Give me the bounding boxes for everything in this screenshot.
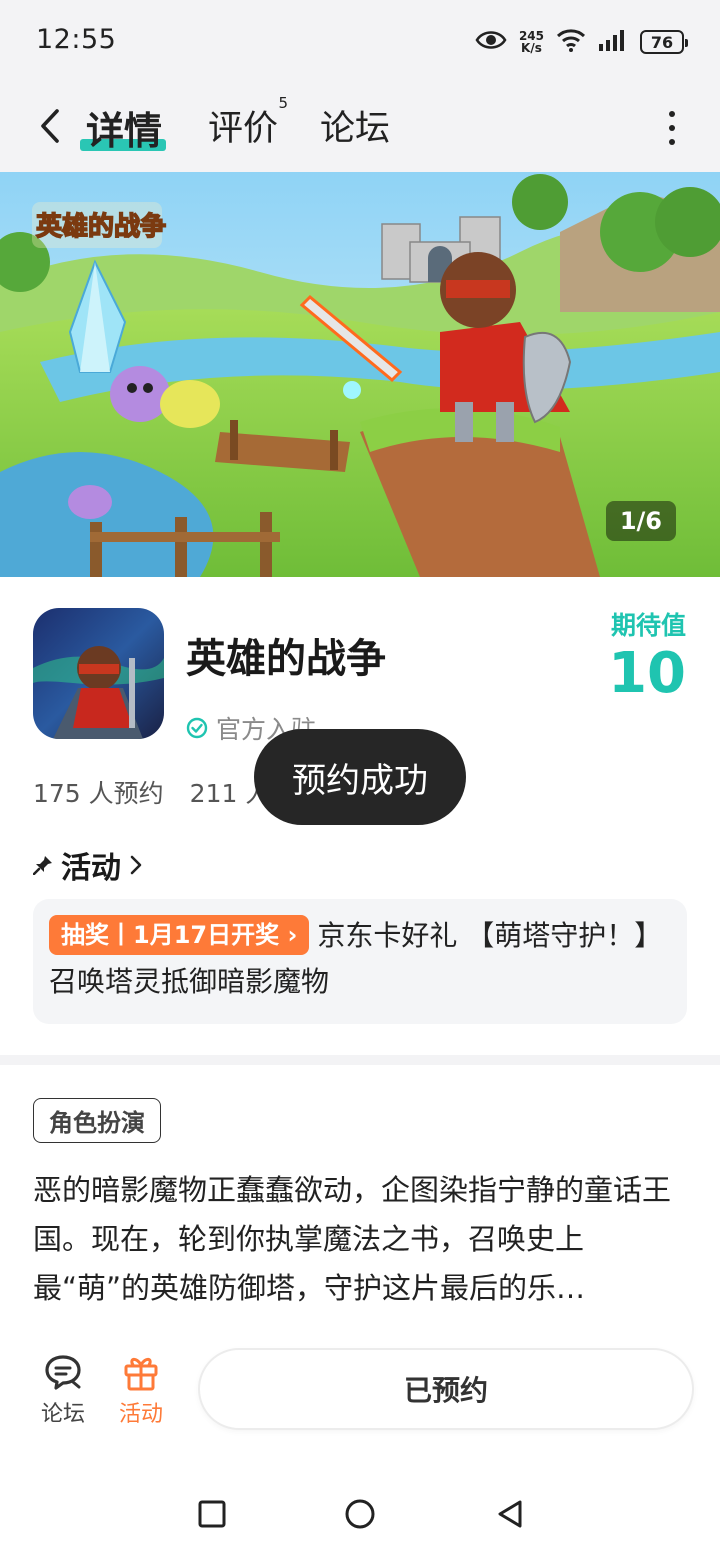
home-icon[interactable]	[344, 1498, 376, 1530]
tab-reviews[interactable]: 评价 5	[208, 94, 288, 151]
forum-button[interactable]: 论坛	[28, 1352, 98, 1428]
chat-bubble-icon	[45, 1355, 81, 1390]
wifi-icon	[556, 28, 586, 56]
review-count-badge: 5	[278, 94, 289, 112]
reserved-button[interactable]: 已预约	[198, 1348, 694, 1430]
pin-icon	[33, 856, 52, 875]
svg-text:英雄的战争: 英雄的战争	[36, 211, 166, 242]
chevron-right-icon	[130, 855, 142, 875]
banner-page-counter: 1/6	[605, 501, 676, 541]
activity-card[interactable]: 抽奖丨1月17日开奖 › 京东卡好礼 【萌塔守护！】召唤塔灵抵御暗影魔物	[33, 899, 687, 1024]
reservation-success-toast: 预约成功	[254, 729, 466, 825]
status-time: 12:55	[36, 24, 117, 55]
expectation-score: 期待值 10	[608, 606, 686, 704]
gift-icon	[124, 1357, 158, 1391]
header: 详情 评价 5 论坛	[0, 84, 720, 172]
verified-check-icon	[186, 717, 208, 739]
recent-apps-icon[interactable]	[196, 1498, 228, 1530]
back-button[interactable]	[30, 102, 70, 150]
lottery-badge: 抽奖丨1月17日开奖 ›	[49, 915, 310, 955]
screenshot-banner[interactable]: 英雄的战争 1/6	[0, 172, 720, 577]
net-speed: 245 K/s	[518, 29, 544, 55]
activity-gift-button[interactable]: 活动	[106, 1352, 176, 1428]
game-stats: 175 人预约 211 人	[33, 774, 270, 810]
battery-icon: 76	[640, 30, 688, 54]
reservation-count: 175 人预约	[33, 779, 164, 808]
more-options-icon[interactable]	[660, 106, 684, 150]
status-icons: 245 K/s 76	[475, 26, 688, 58]
game-app-icon	[33, 608, 164, 739]
expectation-value: 10	[608, 641, 686, 706]
tab-details[interactable]: 详情	[80, 100, 167, 155]
system-nav-bar	[0, 1470, 720, 1554]
back-triangle-icon[interactable]	[494, 1498, 526, 1530]
activity-section-header[interactable]: 活动	[33, 843, 143, 887]
banner-logo: 英雄的战争	[32, 202, 167, 248]
tab-forum[interactable]: 论坛	[320, 100, 390, 151]
expectation-label: 期待值	[610, 611, 686, 640]
signal-icon	[598, 28, 628, 56]
genre-tag[interactable]: 角色扮演	[33, 1098, 161, 1143]
chevron-left-icon	[41, 109, 59, 143]
section-divider	[0, 1055, 720, 1065]
bottom-action-bar: 论坛 活动 已预约	[0, 1330, 720, 1450]
game-title: 英雄的战争	[186, 636, 386, 682]
status-bar: 12:55 245 K/s 76	[0, 0, 720, 84]
game-detail-page: 12:55 245 K/s 76 详情 评价 5 论坛 英雄的战争 1/6 英雄…	[0, 0, 720, 1554]
eye-icon	[475, 29, 507, 55]
game-description[interactable]: 恶的暗影魔物正蠢蠢欲动，企图染指宁静的童话王国。现在，轮到你执掌魔法之书，召唤史…	[33, 1166, 683, 1313]
